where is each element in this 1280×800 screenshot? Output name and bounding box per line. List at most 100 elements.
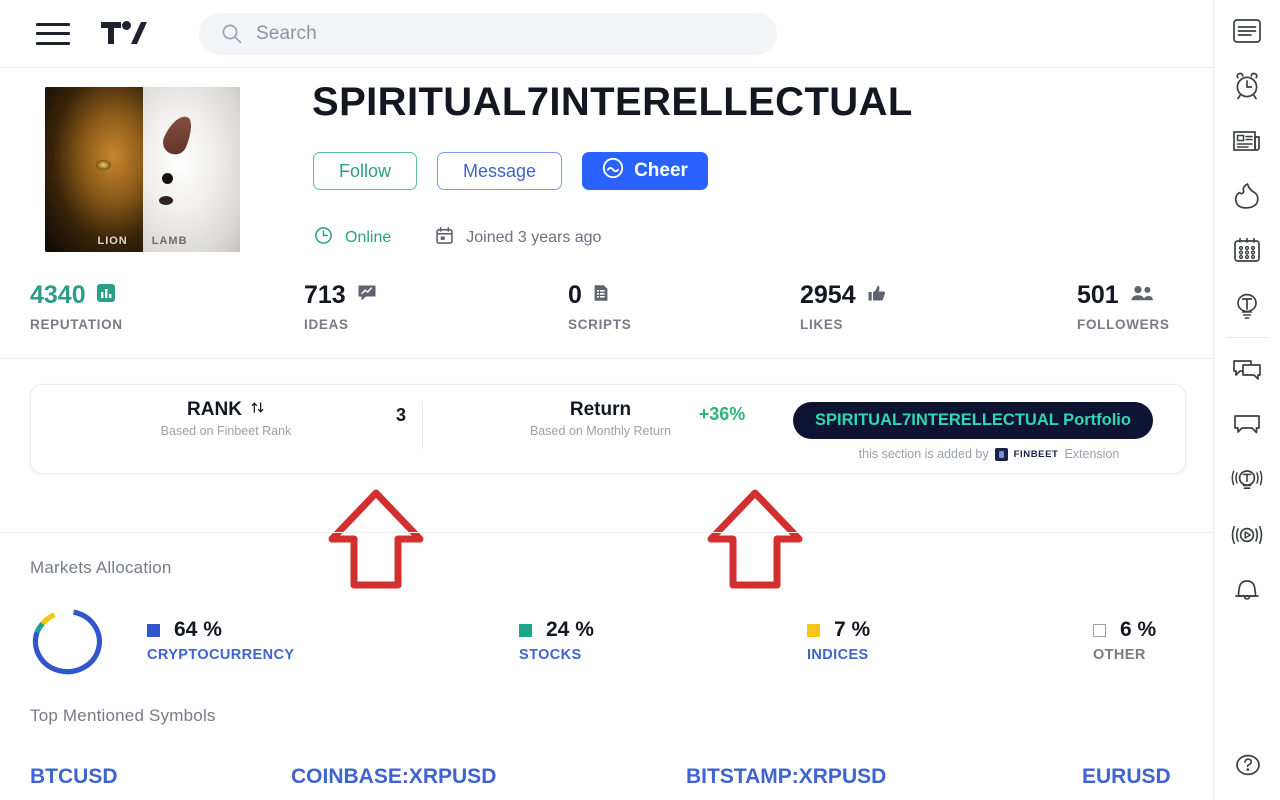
symbol-name[interactable]: EURUSD	[1082, 765, 1171, 789]
watchlist-icon[interactable]	[1214, 3, 1280, 58]
joined-label: Joined 3 years ago	[466, 229, 602, 246]
divider	[0, 532, 1213, 533]
follow-button[interactable]: Follow	[313, 152, 418, 190]
thumbs-up-icon	[867, 284, 887, 307]
reputation-chart-icon	[96, 284, 115, 307]
chat-bubble-icon[interactable]	[1214, 397, 1280, 452]
help-question-icon[interactable]	[1214, 737, 1280, 792]
search-icon	[221, 23, 242, 44]
stat-likes[interactable]: 2954 LIKES	[800, 283, 887, 332]
stat-followers[interactable]: 501 FOLLOWERS	[1077, 283, 1170, 333]
stat-ideas[interactable]: 713 IDEAS	[304, 283, 377, 332]
symbol-name[interactable]: COINBASE:XRPUSD	[291, 765, 496, 789]
symbol-item-3: EURUSD 4% | 96	[1082, 765, 1171, 800]
avatar-lamb-eye	[162, 172, 173, 184]
tradingview-logo-icon[interactable]	[101, 19, 147, 49]
rank-title: RANK	[187, 399, 242, 420]
stat-value: 713	[304, 281, 346, 309]
lightbulb-icon[interactable]	[1214, 278, 1280, 333]
sidebar-footer	[1214, 737, 1280, 792]
search-input[interactable]: Search	[199, 12, 777, 55]
legend-label[interactable]: INDICES	[807, 647, 870, 663]
legend-swatch	[807, 623, 820, 637]
portfolio-button[interactable]: SPIRITUAL7INTERELLECTUAL Portfolio	[793, 402, 1153, 439]
legend-item-other: 6 % OTHER	[1093, 618, 1156, 663]
avatar-caption: LION LAMB	[45, 235, 240, 247]
stat-label: FOLLOWERS	[1077, 317, 1170, 332]
stat-label: IDEAS	[304, 317, 349, 332]
script-document-icon	[593, 284, 609, 307]
stat-label: REPUTATION	[30, 317, 123, 332]
people-icon	[1130, 284, 1154, 307]
stat-label: LIKES	[800, 317, 844, 332]
page-title: SPIRITUAL7INTERELLECTUAL	[312, 80, 913, 124]
card-vertical-divider	[422, 401, 423, 449]
symbol-name[interactable]: BITSTAMP:XRPUSD	[686, 765, 886, 789]
message-button[interactable]: Message	[437, 152, 563, 190]
stat-value: 4340	[30, 281, 86, 309]
rank-value: 3	[395, 405, 406, 425]
legend-swatch	[1093, 623, 1106, 637]
legend-label[interactable]: CRYPTOCURRENCY	[147, 647, 294, 663]
red-up-arrow-rank	[328, 487, 424, 596]
calendar-grid-icon[interactable]	[1214, 223, 1280, 278]
rank-subtitle: Based on Finbeet Rank	[160, 424, 292, 438]
alarm-clock-icon[interactable]	[1214, 58, 1280, 113]
stat-value: 2954	[800, 281, 856, 309]
symbol-item-2: BITSTAMP:XRPUSD 4% | 98	[686, 765, 886, 800]
donut-chart-icon	[28, 607, 106, 680]
return-value: +36%	[698, 404, 746, 424]
rank-title-row: RANK	[76, 399, 376, 421]
stat-value: 0	[568, 281, 582, 309]
tradingview-profile-page: Search LION LAMB SPIRITUAL7INTERELLECTUA…	[0, 0, 1280, 800]
cheer-label: Cheer	[634, 160, 688, 181]
rank-block: RANK Based on Finbeet Rank	[76, 399, 376, 438]
profile-action-buttons: Follow Message Cheer	[313, 152, 708, 190]
avatar-lamb-half	[142, 87, 240, 252]
status-label: Online	[345, 229, 392, 246]
stat-scripts[interactable]: 0 SCRIPTS	[568, 281, 632, 333]
legend-percent: 7 %	[834, 618, 871, 641]
status-badge: Online	[314, 226, 391, 250]
symbol-item-1: COINBASE:XRPUSD 84% | 147	[291, 765, 496, 800]
avatar-lion-half	[45, 87, 143, 252]
legend-percent: 64 %	[174, 618, 222, 641]
hamburger-menu-icon[interactable]	[36, 22, 70, 45]
symbol-item-0: BTCUSD 87% | 195	[30, 765, 118, 800]
sort-updown-icon[interactable]	[250, 399, 265, 421]
red-up-arrow-return	[707, 487, 803, 596]
legend-percent: 24 %	[546, 618, 594, 641]
sidebar-divider	[1226, 337, 1268, 338]
return-subtitle: Based on Monthly Return	[529, 424, 672, 438]
avatar-caption-left: LION	[97, 235, 128, 247]
news-icon[interactable]	[1214, 113, 1280, 168]
extension-credit-suffix: Extension	[1064, 447, 1120, 461]
avatar-caption-right: LAMB	[151, 235, 188, 247]
divider	[0, 358, 1213, 359]
profile-meta-row: Online Joined 3 years ago	[314, 226, 601, 250]
broadcast-play-icon[interactable]	[1214, 507, 1280, 562]
calendar-icon	[435, 226, 454, 250]
search-placeholder: Search	[256, 22, 317, 44]
avatar-lamb-nose	[159, 195, 174, 205]
broadcast-idea-icon[interactable]	[1214, 452, 1280, 507]
symbol-name[interactable]: BTCUSD	[30, 765, 118, 789]
legend-label: OTHER	[1093, 647, 1146, 663]
legend-item-indices: 7 % INDICES	[807, 618, 870, 663]
markets-allocation-title: Markets Allocation	[30, 558, 172, 577]
finbeet-wordmark: FINBEET	[1013, 448, 1059, 460]
chat-bubbles-icon[interactable]	[1214, 342, 1280, 397]
finbeet-extension-card: RANK Based on Finbeet Rank 3 Return Base…	[30, 384, 1186, 474]
cheer-button[interactable]: Cheer	[582, 152, 708, 190]
hot-list-icon[interactable]	[1214, 168, 1280, 223]
profile-stats: 4340 REPUTATION 713 IDEAS 0 SCRIPTS 2954…	[0, 283, 1213, 341]
finbeet-logo-icon	[994, 447, 1008, 461]
stat-label: SCRIPTS	[568, 317, 632, 332]
legend-label[interactable]: STOCKS	[519, 647, 594, 663]
stat-reputation[interactable]: 4340 REPUTATION	[30, 281, 123, 333]
extension-credit-prefix: this section is added by	[858, 447, 989, 461]
joined-info: Joined 3 years ago	[435, 226, 601, 250]
top-mentioned-symbols-title: Top Mentioned Symbols	[30, 706, 216, 725]
bell-icon[interactable]	[1214, 562, 1280, 617]
avatar[interactable]: LION LAMB	[45, 87, 240, 252]
